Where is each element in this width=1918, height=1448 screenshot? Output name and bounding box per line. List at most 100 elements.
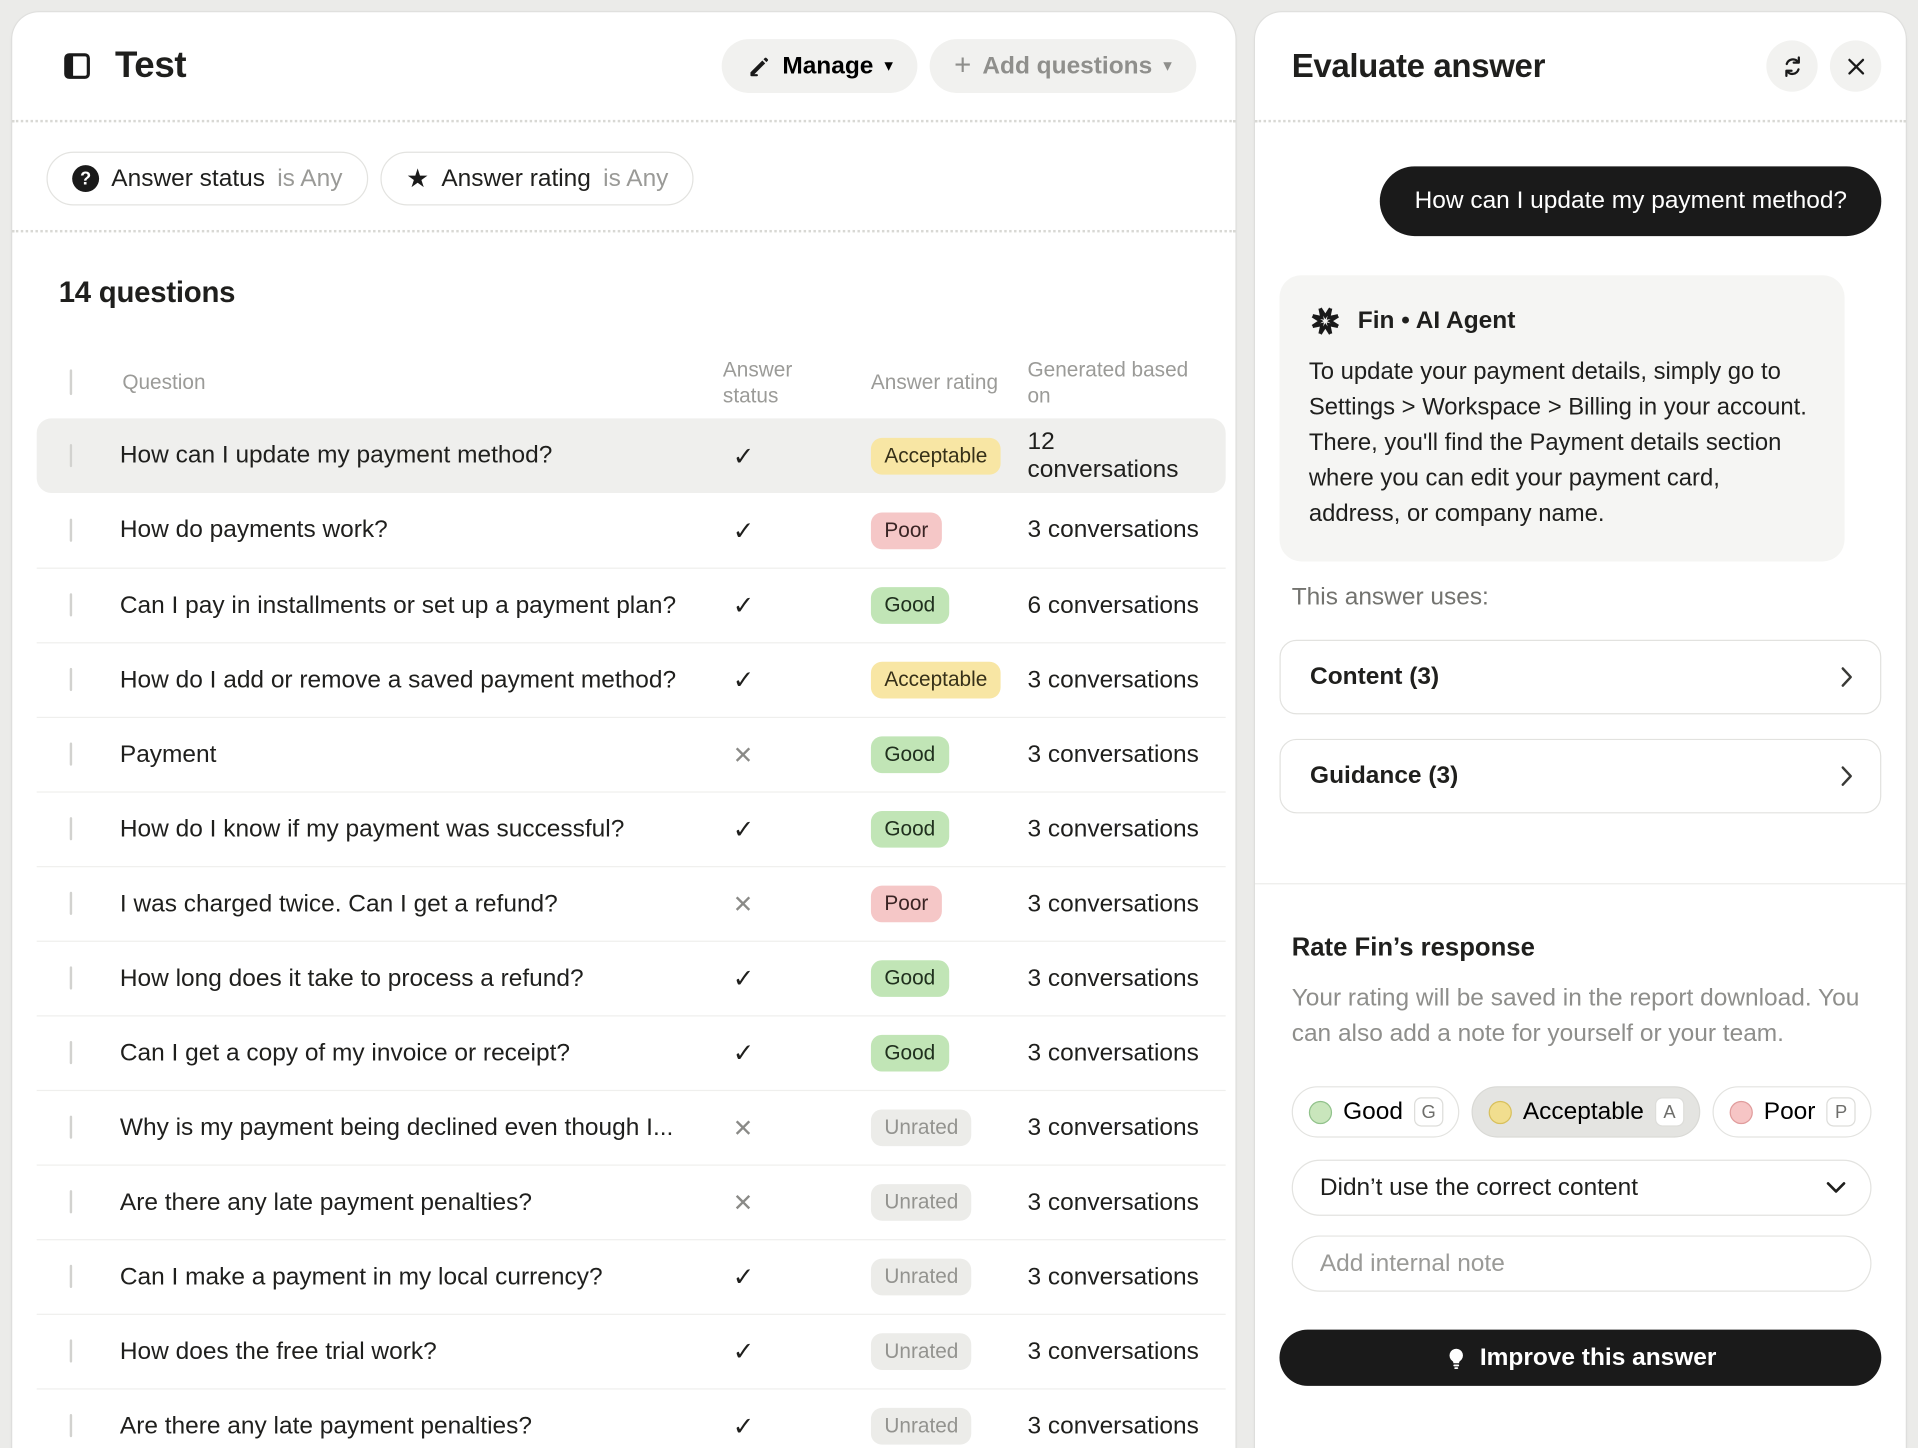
generated-based-on: 3 conversations [1027,1188,1199,1216]
table-row[interactable]: How can I update my payment method? ✓ Ac… [36,418,1226,493]
table-row[interactable]: How do I add or remove a saved payment m… [36,642,1226,717]
refresh-button[interactable] [1766,40,1818,92]
chevron-right-icon [1841,667,1852,687]
answer-rating-badge: Poor [870,511,942,549]
question-text: How do payments work? [119,516,388,544]
table-row[interactable]: How long does it take to process a refun… [36,940,1226,1016]
table-row[interactable]: Can I pay in installments or set up a pa… [36,567,1226,643]
question-circle-icon: ? [72,165,100,193]
manage-button[interactable]: Manage ▾ [721,39,918,93]
row-checkbox[interactable] [69,1339,73,1363]
question-text: Are there any late payment penalties? [119,1412,532,1440]
select-all-checkbox[interactable] [69,369,73,396]
user-question-bubble: How can I update my payment method? [1380,166,1882,237]
evaluate-header: Evaluate answer [1279,12,1882,120]
row-checkbox[interactable] [69,1115,73,1139]
content-source-row[interactable]: Content (3) [1279,639,1882,715]
table-row[interactable]: Why is my payment being declined even th… [36,1089,1226,1165]
question-text: How do I know if my payment was successf… [119,815,625,843]
table-row[interactable]: Can I get a copy of my invoice or receip… [36,1015,1226,1090]
answer-rating-badge: Unrated [870,1258,972,1296]
guidance-source-row[interactable]: Guidance (3) [1279,738,1882,814]
question-text: How long does it take to process a refun… [119,964,584,992]
column-header-question: Question [122,371,206,395]
answer-status-icon: ✕ [732,740,754,770]
filter-answer-rating[interactable]: ★ Answer rating is Any [380,151,695,206]
rate-heading: Rate Fin’s response [1291,933,1535,962]
answer-status-icon: ✓ [732,1262,755,1292]
row-checkbox[interactable] [69,966,73,990]
rating-option-label: Poor [1763,1097,1816,1125]
question-text: How do I add or remove a saved payment m… [119,666,677,693]
column-header-generated: Generated based on [1027,358,1189,408]
table-row[interactable]: How do payments work? ✓ Poor 3 conversat… [37,493,1226,568]
table-row[interactable]: How do I know if my payment was successf… [36,791,1226,866]
add-questions-button-label: Add questions [982,51,1153,79]
table-row[interactable]: Can I make a payment in my local currenc… [36,1239,1226,1314]
answer-status-icon: ✕ [732,1187,754,1218]
row-checkbox[interactable] [69,667,73,692]
filter-condition: is Any [277,164,343,192]
internal-note-input[interactable] [1291,1235,1872,1292]
chevron-right-icon [1841,766,1852,786]
close-icon [1847,58,1864,74]
manage-button-label: Manage [782,51,874,79]
answer-rating-badge: Good [870,1034,949,1072]
uses-label: This answer uses: [1291,583,1489,611]
answer-status-icon: ✓ [732,814,755,845]
add-questions-button[interactable]: + Add questions ▾ [929,39,1197,93]
rating-option-button[interactable]: Acceptable A [1471,1086,1701,1138]
plus-icon: + [954,48,972,82]
rating-option-button[interactable]: Good G [1291,1086,1460,1138]
close-button[interactable] [1829,40,1882,92]
row-checkbox[interactable] [69,817,73,841]
question-text: Can I pay in installments or set up a pa… [119,591,677,619]
answer-status-icon: ✓ [732,440,755,471]
chevron-down-icon: ▾ [1163,56,1172,76]
generated-based-on: 3 conversations [1027,666,1199,693]
lightbulb-icon [1449,1348,1463,1369]
generated-based-on: 3 conversations [1027,740,1199,768]
agent-answer-card: Fin • AI Agent To update your payment de… [1279,275,1845,562]
generated-based-on: 3 conversations [1027,889,1199,917]
row-checkbox[interactable] [69,443,73,467]
row-checkbox[interactable] [69,742,73,766]
answer-status-icon: ✕ [732,1113,754,1143]
generated-based-on: 3 conversations [1027,1039,1199,1067]
agent-answer-text: To update your payment details, simply g… [1308,358,1807,528]
fin-logo-icon [1309,305,1342,338]
improve-answer-button[interactable]: Improve this answer [1279,1329,1882,1386]
table-row[interactable]: Are there any late payment penalties? ✓ … [36,1388,1226,1448]
table-row[interactable]: Are there any late payment penalties? ✕ … [36,1164,1226,1239]
table-header-row: Question Answer status Answer rating Gen… [37,347,1226,418]
layout-panel-icon[interactable] [61,50,93,82]
star-icon: ★ [406,163,430,193]
row-checkbox[interactable] [69,1040,73,1065]
rating-reason-dropdown[interactable]: Didn’t use the correct content [1291,1159,1872,1216]
rate-description: Your rating will be saved in the report … [1291,984,1860,1048]
row-checkbox[interactable] [69,1414,73,1438]
filter-answer-status[interactable]: ? Answer status is Any [46,151,369,206]
row-checkbox[interactable] [69,518,73,542]
rating-option-button[interactable]: Poor P [1712,1086,1872,1138]
answer-rating-badge: Unrated [870,1109,972,1147]
table-row[interactable]: How does the free trial work? ✓ Unrated … [36,1313,1226,1389]
answer-rating-badge: Unrated [870,1333,972,1370]
answer-rating-badge: Acceptable [870,437,1001,474]
row-checkbox[interactable] [69,1264,73,1289]
workspace: Test Manage ▾ + Add questions ▾ ? Answer… [0,0,1918,1448]
question-text: Payment [119,740,217,768]
rating-option-label: Good [1343,1097,1403,1125]
keyboard-shortcut-badge: P [1826,1097,1856,1127]
row-checkbox[interactable] [69,891,73,915]
panel-title: Evaluate answer [1291,47,1546,84]
row-checkbox[interactable] [69,593,73,617]
row-checkbox[interactable] [69,1190,73,1214]
table-row[interactable]: Payment ✕ Good 3 conversations [36,716,1226,792]
answer-rating-badge: Acceptable [870,661,1001,699]
rating-color-dot [1488,1100,1512,1124]
answer-rating-badge: Unrated [870,1184,972,1221]
column-header-answer-status: Answer status [722,358,793,408]
table-row[interactable]: I was charged twice. Can I get a refund?… [36,866,1226,941]
keyboard-shortcut-badge: G [1413,1097,1444,1127]
